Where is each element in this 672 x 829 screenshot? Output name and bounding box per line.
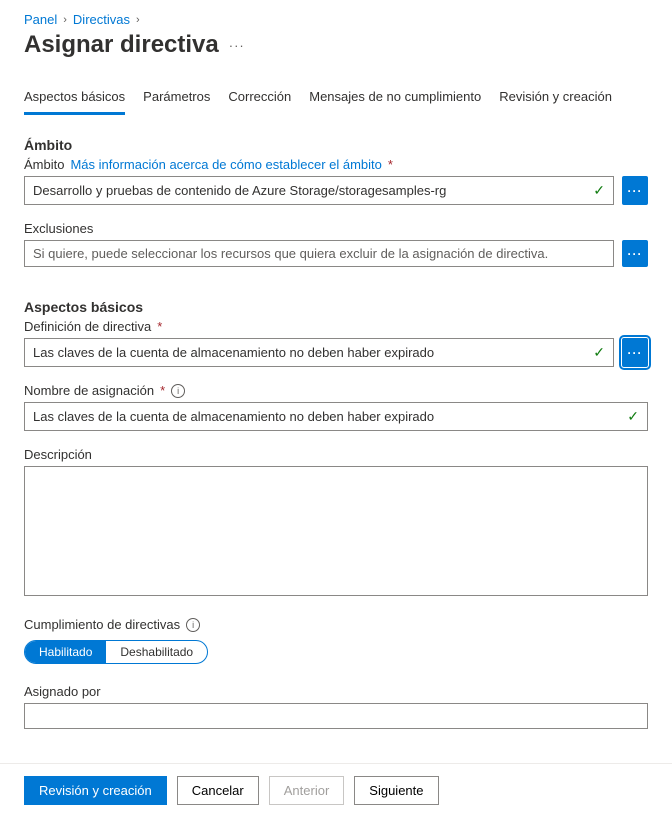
exclusions-input[interactable]: Si quiere, puede seleccionar los recurso… [24, 240, 614, 267]
definition-input[interactable]: Las claves de la cuenta de almacenamient… [24, 338, 614, 367]
chevron-icon: › [136, 14, 140, 26]
required-indicator: * [157, 319, 162, 334]
description-label: Descripción [24, 447, 92, 462]
enforcement-label: Cumplimiento de directivas [24, 617, 180, 632]
tab-parameters[interactable]: Parámetros [143, 83, 210, 115]
tab-basics[interactable]: Aspectos básicos [24, 83, 125, 115]
assignment-name-label: Nombre de asignación [24, 383, 154, 398]
tab-noncompliance[interactable]: Mensajes de no cumplimiento [309, 83, 481, 115]
definition-label: Definición de directiva [24, 319, 151, 334]
scope-input[interactable]: Desarrollo y pruebas de contenido de Azu… [24, 176, 614, 205]
page-title: Asignar directiva [24, 31, 219, 59]
more-actions-button[interactable]: ··· [229, 38, 245, 53]
assignment-name-value: Las claves de la cuenta de almacenamient… [33, 409, 434, 424]
check-icon: ✓ [593, 182, 605, 199]
required-indicator: * [160, 383, 165, 398]
exclusions-picker-button[interactable]: ··· [622, 240, 648, 267]
assignment-name-input[interactable]: Las claves de la cuenta de almacenamient… [24, 402, 648, 431]
breadcrumb-policies[interactable]: Directivas [73, 12, 130, 27]
assigned-by-input[interactable] [24, 703, 648, 729]
enforcement-toggle[interactable]: Habilitado Deshabilitado [24, 640, 208, 664]
check-icon: ✓ [627, 408, 639, 425]
breadcrumb-panel[interactable]: Panel [24, 12, 57, 27]
info-icon[interactable]: i [171, 384, 185, 398]
definition-picker-button[interactable]: ··· [622, 338, 648, 367]
tabs: Aspectos básicos Parámetros Corrección M… [24, 83, 648, 115]
check-icon: ✓ [593, 344, 605, 361]
tab-review[interactable]: Revisión y creación [499, 83, 612, 115]
definition-value: Las claves de la cuenta de almacenamient… [33, 345, 434, 360]
next-button[interactable]: Siguiente [354, 776, 438, 805]
scope-label: Ámbito [24, 157, 64, 172]
footer: Revisión y creación Cancelar Anterior Si… [0, 763, 672, 817]
enforcement-disabled[interactable]: Deshabilitado [106, 641, 207, 663]
assigned-by-label: Asignado por [24, 684, 101, 699]
scope-heading: Ámbito [24, 137, 648, 153]
scope-value: Desarrollo y pruebas de contenido de Azu… [33, 183, 446, 198]
enforcement-enabled[interactable]: Habilitado [25, 641, 106, 663]
review-create-button[interactable]: Revisión y creación [24, 776, 167, 805]
tab-remediation[interactable]: Corrección [228, 83, 291, 115]
cancel-button[interactable]: Cancelar [177, 776, 259, 805]
scope-picker-button[interactable]: ··· [622, 176, 648, 205]
breadcrumb: Panel › Directivas › [24, 12, 648, 27]
chevron-icon: › [63, 14, 67, 26]
required-indicator: * [388, 157, 393, 172]
description-textarea[interactable] [24, 466, 648, 596]
exclusions-placeholder: Si quiere, puede seleccionar los recurso… [33, 246, 548, 261]
scope-info-link[interactable]: Más información acerca de cómo establece… [70, 157, 381, 172]
exclusions-label: Exclusiones [24, 221, 93, 236]
basics-heading: Aspectos básicos [24, 299, 648, 315]
info-icon[interactable]: i [186, 618, 200, 632]
previous-button: Anterior [269, 776, 345, 805]
